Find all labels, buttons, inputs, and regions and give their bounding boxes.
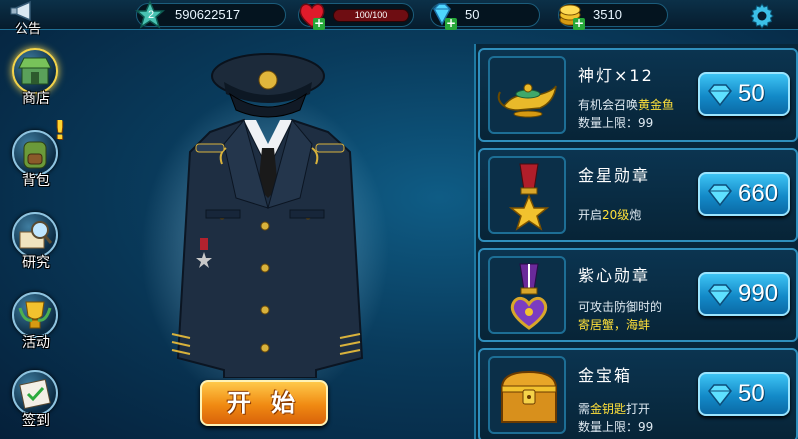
notice-button[interactable]: 公告 (0, 0, 56, 40)
diamond-count: 50 (465, 7, 480, 22)
menu-research-label: 研究 (22, 255, 50, 271)
shop-item-thumb (488, 56, 566, 134)
shop-stall-icon (18, 57, 52, 85)
calendar-icon (19, 378, 51, 410)
menu-activity[interactable]: 活动 (6, 292, 66, 356)
shop-item-desc-text: 开启 (578, 208, 603, 222)
hp-stat: + 100/100 (298, 3, 414, 30)
add-hp-button[interactable]: + (313, 17, 325, 30)
shop-item-desc-text: 炮 (629, 208, 642, 222)
shop-item-gold-star-medal[interactable]: 金星勋章 开启20级炮 660 (478, 148, 798, 242)
backpack-icon (23, 141, 47, 169)
menu-signin-label: 签到 (22, 413, 50, 429)
gold-stat: + 3510 (558, 3, 668, 30)
menu-activity-label: 活动 (22, 335, 50, 351)
shop-item-desc-highlight: 20级 (602, 208, 630, 222)
price-value: 50 (738, 380, 765, 407)
gold-star-medal-icon (508, 163, 550, 231)
shop-item-name: 金宝箱 (578, 366, 633, 385)
diamond-icon (708, 384, 732, 407)
menu-bag-label: 背包 (22, 173, 50, 189)
shop-item-desc: 需金钥匙打开 数量上限：99 (578, 400, 653, 436)
shop-item-magic-lamp[interactable]: 神灯×12 有机会召唤黄金鱼 数量上限：99 50 (478, 48, 798, 142)
shop-item-desc-highlight: 金钥匙 (590, 402, 627, 416)
start-button[interactable]: 开 始 (200, 380, 328, 426)
magic-lamp-icon (497, 83, 557, 118)
diamond-icon (708, 284, 732, 307)
shop-item-treasure-chest[interactable]: 金宝箱 需金钥匙打开 数量上限：99 50 (478, 348, 798, 439)
purple-heart-medal-icon (510, 263, 548, 330)
price-value: 990 (738, 280, 779, 307)
diamond-icon (708, 184, 732, 207)
shop-item-name: 紫心勋章 (578, 266, 651, 285)
shop-item-thumb (488, 356, 566, 434)
shop-item-desc-highlight: 黄金鱼 (638, 98, 675, 112)
menu-signin[interactable]: 签到 (6, 370, 66, 434)
menu-shop-label: 商店 (22, 91, 50, 107)
shop-item-desc-text: 需 (578, 402, 591, 416)
level-number: 2 (148, 9, 155, 21)
shop-item-limit: 数量上限：99 (578, 116, 654, 130)
menu-research[interactable]: 研究 (6, 212, 66, 276)
shop-item-desc-text: 可攻击防御时的 (578, 300, 663, 314)
buy-button[interactable]: 990 (698, 272, 790, 316)
shop-item-purple-heart-medal[interactable]: 紫心勋章 可攻击防御时的 寄居蟹，海蚌 990 (478, 248, 798, 342)
gold-count: 3510 (593, 7, 622, 22)
price-value: 660 (738, 180, 779, 207)
military-uniform-image (171, 53, 364, 378)
magnifier-book-icon (19, 221, 53, 249)
player-id-stat: 2 590622517 (135, 0, 286, 29)
settings-gear-icon[interactable] (748, 2, 776, 30)
buy-button[interactable]: 50 (698, 72, 790, 116)
shop-item-desc-text: 有机会召唤 (578, 98, 639, 112)
buy-button[interactable]: 660 (698, 172, 790, 216)
hp-bar: 100/100 (333, 9, 409, 22)
shop-item-desc: 有机会召唤黄金鱼 数量上限：99 (578, 96, 674, 132)
notice-label: 公告 (14, 22, 41, 37)
player-id: 590622517 (175, 7, 241, 22)
shop-item-thumb (488, 156, 566, 234)
shop-item-thumb (488, 256, 566, 334)
buy-button[interactable]: 50 (698, 372, 790, 416)
add-gold-button[interactable]: + (573, 17, 585, 30)
trophy-icon (18, 301, 52, 329)
shop-item-desc-highlight: 寄居蟹，海蚌 (578, 318, 651, 332)
diamond-stat: + 50 (430, 3, 540, 30)
shop-item-name: 金星勋章 (578, 166, 651, 185)
shop-item-limit: 数量上限：99 (578, 420, 654, 434)
shop-item-name: 神灯×12 (578, 66, 654, 85)
shop-item-desc-text: 打开 (626, 402, 651, 416)
diamond-icon (708, 84, 732, 107)
bag-alert-icon: ! (54, 116, 66, 146)
shop-item-desc: 可攻击防御时的 寄居蟹，海蚌 (578, 298, 662, 334)
shop-item-desc: 开启20级炮 (578, 206, 641, 224)
military-cap-icon (211, 53, 325, 118)
add-diamond-button[interactable]: + (445, 17, 457, 30)
treasure-chest-icon (500, 370, 558, 423)
menu-shop[interactable]: 商店 (6, 48, 66, 112)
price-value: 50 (738, 80, 765, 107)
top-bar: 2 590622517 + 100/100 + 50 + 3510 (0, 0, 798, 30)
